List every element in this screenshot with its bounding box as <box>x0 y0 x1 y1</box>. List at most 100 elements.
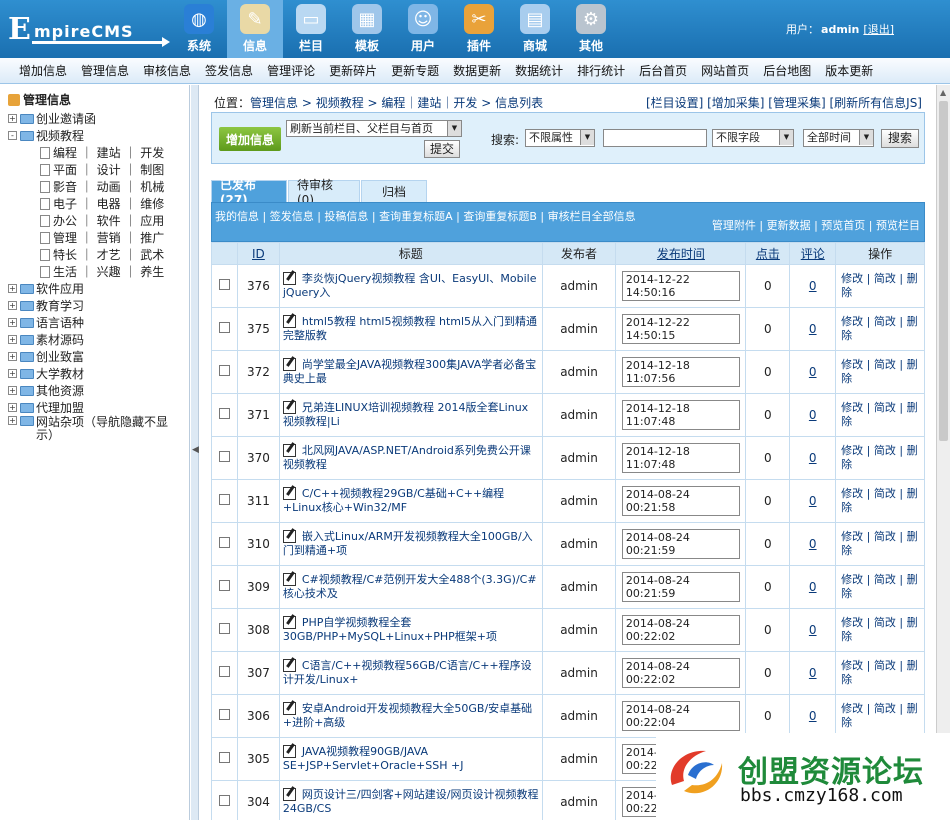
tab[interactable]: 归档 <box>361 180 427 202</box>
nav-item[interactable]: ✂ 插件 <box>451 0 507 58</box>
field-select[interactable]: 不限字段 ▼ <box>712 129 794 147</box>
col-clicks[interactable]: 点击 <box>745 242 791 265</box>
row-actions[interactable]: 修改 | 简改 | 删除 <box>835 694 925 738</box>
tree-item[interactable]: 管理 ｜ 营销 ｜ 推广 <box>8 229 189 246</box>
row-time-field[interactable]: 2014-08-24 00:22:02 <box>621 615 740 645</box>
row-comments-link[interactable]: 0 <box>789 350 837 394</box>
subnav-item[interactable]: 管理评论 <box>260 62 322 79</box>
expand-icon[interactable]: + <box>8 386 17 395</box>
vertical-scrollbar[interactable]: ▲ <box>936 85 950 820</box>
expand-icon[interactable]: + <box>8 352 17 361</box>
row-checkbox[interactable] <box>218 365 230 376</box>
row-checkbox[interactable] <box>218 451 230 462</box>
subnav-item[interactable]: 数据统计 <box>508 62 570 79</box>
row-actions[interactable]: 修改 | 简改 | 删除 <box>835 393 925 437</box>
subnav-item[interactable]: 增加信息 <box>12 62 74 79</box>
expand-icon[interactable]: + <box>8 318 17 327</box>
tree-item[interactable]: + 大学教材 <box>8 365 189 382</box>
row-actions[interactable]: 修改 | 简改 | 删除 <box>835 565 925 609</box>
row-comments-link[interactable]: 0 <box>789 393 837 437</box>
refresh-select[interactable]: 刷新当前栏目、父栏目与首页 ▼ <box>286 120 462 137</box>
subnav-item[interactable]: 后台首页 <box>632 62 694 79</box>
tree-item[interactable]: 编程 ｜ 建站 ｜ 开发 <box>8 144 189 161</box>
row-actions[interactable]: 修改 | 简改 | 删除 <box>835 608 925 652</box>
row-comments-link[interactable]: 0 <box>789 608 837 652</box>
row-actions[interactable]: 修改 | 简改 | 删除 <box>835 264 925 308</box>
edit-icon[interactable] <box>282 702 296 715</box>
tree-item[interactable]: 特长 ｜ 才艺 ｜ 武术 <box>8 246 189 263</box>
row-time-field[interactable]: 2014-12-18 11:07:56 <box>621 357 740 387</box>
chevron-down-icon[interactable]: ▼ <box>859 130 873 145</box>
row-comments-link[interactable]: 0 <box>789 436 837 480</box>
tree-item[interactable]: 办公 ｜ 软件 ｜ 应用 <box>8 212 189 229</box>
nav-item[interactable]: ◍ 系统 <box>171 0 227 58</box>
row-title-link[interactable]: PHP自学视频教程全套30GB/PHP+MySQL+Linux+PHP框架+项 <box>283 616 497 643</box>
add-info-button[interactable]: 增加信息 <box>219 127 281 151</box>
row-time-field[interactable]: 2014-08-24 00:22:04 <box>621 701 740 731</box>
row-actions[interactable]: 修改 | 简改 | 删除 <box>835 479 925 523</box>
row-actions[interactable]: 修改 | 简改 | 删除 <box>835 436 925 480</box>
tree-item[interactable]: + 教育学习 <box>8 297 189 314</box>
col-time[interactable]: 发布时间 <box>615 242 747 265</box>
edit-icon[interactable] <box>282 745 296 758</box>
row-actions[interactable]: 修改 | 简改 | 删除 <box>835 651 925 695</box>
attribute-select[interactable]: 不限属性 ▼ <box>525 129 595 147</box>
tree-item[interactable]: + 创业致富 <box>8 348 189 365</box>
tree-item[interactable]: + 素材源码 <box>8 331 189 348</box>
expand-icon[interactable]: + <box>8 416 17 425</box>
time-select[interactable]: 全部时间 ▼ <box>803 129 874 147</box>
row-checkbox[interactable] <box>218 623 230 634</box>
row-time-field[interactable]: 2014-08-24 00:22:02 <box>621 658 740 688</box>
col-comments[interactable]: 评论 <box>789 242 837 265</box>
edit-icon[interactable] <box>282 315 296 328</box>
edit-icon[interactable] <box>282 444 296 457</box>
row-comments-link[interactable]: 0 <box>789 651 837 695</box>
edit-icon[interactable] <box>282 530 296 543</box>
tab[interactable]: 待审核 (0) <box>288 178 360 207</box>
row-title-link[interactable]: JAVA视频教程90GB/JAVA SE+JSP+Servlet+Oracle+… <box>283 745 464 772</box>
row-checkbox[interactable] <box>218 752 230 763</box>
logout-link[interactable]: [退出] <box>863 23 894 36</box>
row-comments-link[interactable]: 0 <box>789 694 837 738</box>
edit-icon[interactable] <box>282 616 296 629</box>
tree-item[interactable]: + 其他资源 <box>8 382 189 399</box>
tree-item[interactable]: + 网站杂项（导航隐藏不显示） <box>8 416 189 446</box>
edit-icon[interactable] <box>282 659 296 672</box>
row-actions[interactable]: 修改 | 简改 | 删除 <box>835 350 925 394</box>
preview-links[interactable]: 管理附件 | 更新数据 | 预览首页 | 预览栏目 <box>712 217 920 233</box>
subnav-item[interactable]: 审核信息 <box>136 62 198 79</box>
row-actions[interactable]: 修改 | 简改 | 删除 <box>835 307 925 351</box>
row-title-link[interactable]: 李炎恢jQuery视频教程 含UI、EasyUI、Mobile jQuery入 <box>283 272 537 299</box>
expand-icon[interactable]: + <box>8 403 17 412</box>
tree-item[interactable]: + 代理加盟 <box>8 399 189 416</box>
row-comments-link[interactable]: 0 <box>789 565 837 609</box>
row-checkbox[interactable] <box>218 795 230 806</box>
row-title-link[interactable]: 北风网JAVA/ASP.NET/Android系列免费公开课视频教程 <box>283 444 531 471</box>
edit-icon[interactable] <box>282 573 296 586</box>
collapse-arrow-icon[interactable]: ◀ <box>192 445 199 455</box>
quick-links[interactable]: 我的信息 | 签发信息 | 投稿信息 | 查询重复标题A | 查询重复标题B |… <box>215 210 655 224</box>
category-actions[interactable]: [栏目设置] [增加采集] [管理采集] [刷新所有信息JS] <box>646 94 922 111</box>
nav-item[interactable]: ▭ 栏目 <box>283 0 339 58</box>
expand-icon[interactable]: + <box>8 369 17 378</box>
subnav-item[interactable]: 数据更新 <box>446 62 508 79</box>
search-input[interactable] <box>603 129 707 147</box>
row-actions[interactable]: 修改 | 简改 | 删除 <box>835 522 925 566</box>
scroll-up-icon[interactable]: ▲ <box>940 88 946 97</box>
row-comments-link[interactable]: 0 <box>789 522 837 566</box>
subnav-item[interactable]: 排行统计 <box>570 62 632 79</box>
nav-item[interactable]: ▤ 商城 <box>507 0 563 58</box>
tree-item[interactable]: + 软件应用 <box>8 280 189 297</box>
sidebar-splitter[interactable]: ◀ <box>191 85 199 820</box>
subnav-item[interactable]: 签发信息 <box>198 62 260 79</box>
expand-icon[interactable]: + <box>8 284 17 293</box>
row-checkbox[interactable] <box>218 537 230 548</box>
tree-item[interactable]: 电子 ｜ 电器 ｜ 维修 <box>8 195 189 212</box>
row-time-field[interactable]: 2014-12-22 14:50:15 <box>621 314 740 344</box>
row-comments-link[interactable]: 0 <box>789 264 837 308</box>
nav-item[interactable]: ☺ 用户 <box>395 0 451 58</box>
subnav-item[interactable]: 更新碎片 <box>322 62 384 79</box>
row-title-link[interactable]: C语言/C++视频教程56GB/C语言/C++程序设计开发/Linux+ <box>283 659 532 686</box>
row-checkbox[interactable] <box>218 709 230 720</box>
row-time-field[interactable]: 2014-12-22 14:50:16 <box>621 271 740 301</box>
